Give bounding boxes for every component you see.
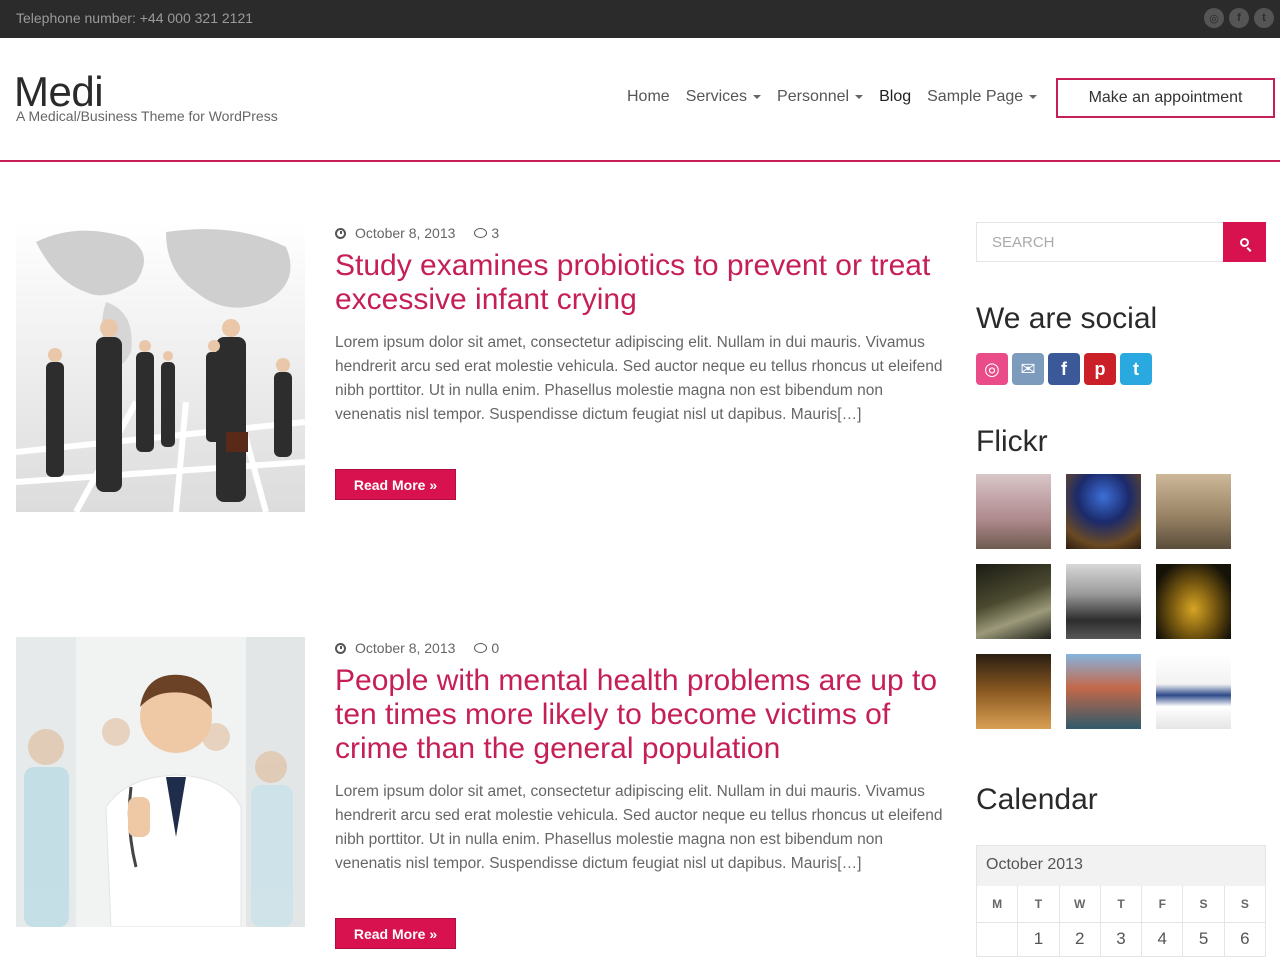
post-meta: October 8, 2013 3 xyxy=(335,225,499,241)
post-meta: October 8, 2013 0 xyxy=(335,640,499,656)
site-tagline: A Medical/Business Theme for WordPress xyxy=(16,108,278,124)
read-more-button[interactable]: Read More » xyxy=(335,469,456,500)
post-title[interactable]: People with mental health problems are u… xyxy=(335,664,950,766)
search-form xyxy=(976,222,1266,262)
main-nav: Home Services Personnel Blog Sample Page xyxy=(627,88,1053,106)
flickr-gallery xyxy=(976,474,1236,729)
calendar-day: 2 xyxy=(1058,922,1100,956)
appointment-button[interactable]: Make an appointment xyxy=(1056,78,1275,118)
pinterest-icon[interactable]: p xyxy=(1084,353,1116,385)
weekday: W xyxy=(1058,886,1100,922)
facebook-icon[interactable]: f xyxy=(1048,353,1080,385)
flickr-photo-plaza[interactable] xyxy=(976,654,1051,729)
search-button[interactable] xyxy=(1223,222,1266,262)
calendar: October 2013 M T W T F S S 1 2 3 4 5 6 xyxy=(976,845,1266,957)
chevron-down-icon xyxy=(753,94,762,99)
top-bar: Telephone number: +44 000 321 2121 ◎ f t xyxy=(0,0,1280,38)
comment-count[interactable]: 0 xyxy=(491,640,499,656)
flickr-photo-eiffel-tower[interactable] xyxy=(1156,564,1231,639)
facebook-icon[interactable]: f xyxy=(1229,8,1249,28)
nav-item-sample-page[interactable]: Sample Page xyxy=(927,88,1038,106)
nav-item-home[interactable]: Home xyxy=(627,88,670,106)
weekday: T xyxy=(1099,886,1141,922)
weekday: M xyxy=(992,897,1003,911)
calendar-week: 1 2 3 4 5 6 xyxy=(977,922,1265,956)
comment-count[interactable]: 3 xyxy=(491,225,499,241)
weekday: S xyxy=(1223,886,1265,922)
chevron-down-icon xyxy=(1029,94,1038,99)
widget-title-calendar: Calendar xyxy=(976,783,1098,816)
clock-icon xyxy=(335,642,346,654)
social-icons: ◎ ✉ f p t xyxy=(976,353,1152,385)
calendar-day-empty xyxy=(977,922,1018,956)
comment-icon xyxy=(474,228,488,238)
post-title[interactable]: Study examines probiotics to prevent or … xyxy=(335,249,950,317)
nav-label: Personnel xyxy=(777,88,850,105)
post-date: October 8, 2013 xyxy=(355,225,456,241)
topbar-social: ◎ f t xyxy=(1204,8,1274,28)
flickr-photo-street[interactable] xyxy=(976,474,1051,549)
dribbble-icon[interactable]: ◎ xyxy=(976,353,1008,385)
flickr-photo-sculpture[interactable] xyxy=(1066,564,1141,639)
post-thumbnail-doctor[interactable] xyxy=(16,637,305,927)
calendar-day: 1 xyxy=(1017,922,1059,956)
widget-title-social: We are social xyxy=(976,302,1158,335)
nav-label: Services xyxy=(685,88,748,105)
site-header: Medi A Medical/Business Theme for WordPr… xyxy=(0,38,1280,162)
nav-item-blog[interactable]: Blog xyxy=(879,88,911,106)
calendar-caption: October 2013 xyxy=(977,846,1265,886)
post-thumbnail-business-team[interactable] xyxy=(16,222,305,512)
weekday: S xyxy=(1182,886,1223,922)
email-icon[interactable]: ✉ xyxy=(1012,353,1044,385)
search-icon xyxy=(1240,237,1249,247)
chevron-down-icon xyxy=(855,94,864,99)
calendar-day: 6 xyxy=(1223,922,1265,956)
nav-item-services[interactable]: Services xyxy=(685,88,762,106)
dribbble-icon[interactable]: ◎ xyxy=(1204,8,1224,28)
search-input[interactable] xyxy=(977,223,1223,261)
nav-label: Sample Page xyxy=(927,88,1024,105)
read-more-button[interactable]: Read More » xyxy=(335,918,456,949)
weekday: F xyxy=(1141,886,1182,922)
comment-icon xyxy=(474,643,488,653)
weekday: T xyxy=(1017,886,1058,922)
nav-label: Home xyxy=(627,88,670,105)
calendar-day: 5 xyxy=(1182,922,1224,956)
nav-item-personnel[interactable]: Personnel xyxy=(777,88,864,106)
flickr-photo-arcade[interactable] xyxy=(1066,474,1141,549)
calendar-weekdays: M T W T F S S xyxy=(977,886,1265,922)
post-excerpt: Lorem ipsum dolor sit amet, consectetur … xyxy=(335,334,943,423)
nav-label: Blog xyxy=(879,88,912,105)
twitter-icon[interactable]: t xyxy=(1120,353,1152,385)
post-date: October 8, 2013 xyxy=(355,640,456,656)
flickr-photo-tshirt[interactable] xyxy=(1156,654,1231,729)
widget-title-flickr: Flickr xyxy=(976,425,1048,458)
calendar-day: 3 xyxy=(1099,922,1142,956)
flickr-photo-night-building[interactable] xyxy=(976,564,1051,639)
flickr-photo-venice[interactable] xyxy=(1066,654,1141,729)
phone-number: Telephone number: +44 000 321 2121 xyxy=(16,10,254,26)
flickr-photo-canal[interactable] xyxy=(1156,474,1231,549)
clock-icon xyxy=(335,227,346,239)
post-excerpt: Lorem ipsum dolor sit amet, consectetur … xyxy=(335,783,943,872)
calendar-day: 4 xyxy=(1141,922,1183,956)
twitter-icon[interactable]: t xyxy=(1254,8,1274,28)
